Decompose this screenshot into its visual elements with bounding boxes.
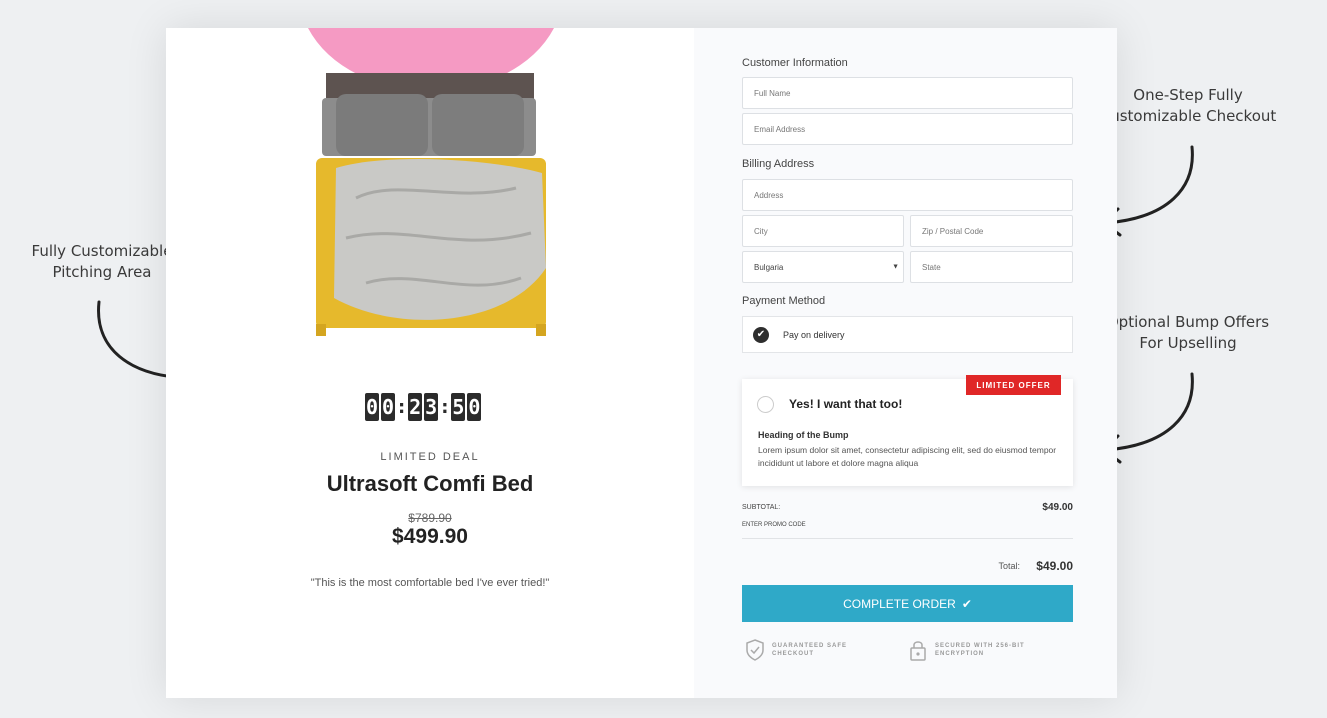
zip-field[interactable]: [910, 215, 1073, 247]
checkout-form: Customer Information Billing Address Bul…: [694, 28, 1117, 698]
limited-offer-badge: LIMITED OFFER: [966, 375, 1061, 395]
timer-digit: 0: [381, 393, 395, 421]
testimonial: "This is the most comfortable bed I've e…: [310, 577, 550, 589]
countdown-timer: 0 0 : 2 3 : 5 0: [365, 393, 482, 421]
full-name-field[interactable]: [742, 77, 1073, 109]
shield-icon: [746, 639, 764, 661]
check-icon: ✔: [961, 596, 972, 611]
annotation-bump: Optional Bump Offers For Upselling: [1096, 312, 1280, 354]
annotation-pitching: Fully Customizable Pitching Area: [20, 241, 184, 283]
timer-digit: 2: [408, 393, 423, 421]
product-title: Ultrasoft Comfi Bed: [326, 471, 534, 496]
zip-input[interactable]: [922, 226, 1072, 236]
timer-digit: 5: [451, 393, 466, 421]
subtotal-label: SUBTOTAL:: [742, 504, 781, 511]
payment-heading: Payment Method: [742, 295, 826, 307]
encryption-text: SECURED WITH 256-BIT ENCRYPTION: [935, 642, 1025, 658]
city-field[interactable]: [742, 215, 904, 247]
address-field[interactable]: [742, 179, 1073, 211]
complete-order-label: COMPLETE ORDER: [843, 596, 956, 611]
checkmark-icon: ✔: [753, 326, 769, 343]
timer-separator: :: [398, 396, 406, 418]
timer-digit: 0: [467, 393, 482, 421]
email-field[interactable]: [742, 113, 1073, 145]
encryption-badge: SECURED WITH 256-BIT ENCRYPTION: [909, 639, 1025, 661]
checkout-page: 0 0 : 2 3 : 5 0 LIMITED DEAL Ultrasoft C…: [166, 28, 1117, 698]
payment-option[interactable]: ✔ Pay on delivery: [742, 316, 1073, 353]
annotation-pitching-line1: Fully Customizable: [31, 242, 173, 260]
bump-offer-title[interactable]: Yes! I want that too!: [789, 397, 902, 411]
annotation-checkout-line1: One-Step Fully: [1133, 86, 1243, 104]
safe-line1: GUARANTEED SAFE: [772, 643, 848, 649]
city-input[interactable]: [754, 226, 903, 236]
email-input[interactable]: [754, 124, 1072, 134]
divider: [742, 538, 1073, 539]
timer-digit: 0: [365, 393, 379, 421]
deal-label: LIMITED DEAL: [380, 451, 480, 463]
state-input[interactable]: [922, 262, 1072, 272]
annotation-checkout: One-Step Fully Customizable Checkout: [1090, 85, 1286, 127]
payment-option-label: Pay on delivery: [783, 329, 845, 340]
annotation-bump-line2: For Upselling: [1139, 334, 1237, 352]
full-name-input[interactable]: [754, 88, 1072, 98]
lock-icon: [910, 641, 926, 661]
old-price: $789.90: [408, 511, 452, 525]
total-label: Total:: [998, 561, 1020, 571]
country-select[interactable]: Bulgaria ▼: [742, 251, 904, 283]
subtotal-value: $49.00: [1042, 502, 1073, 513]
timer-digit: 3: [424, 393, 439, 421]
timer-separator: :: [441, 396, 449, 418]
address-input[interactable]: [754, 190, 1072, 200]
safe-checkout-text: GUARANTEED SAFE CHECKOUT: [772, 642, 847, 658]
annotation-bump-line1: Optional Bump Offers: [1106, 313, 1270, 331]
annotation-pitching-line2: Pitching Area: [52, 263, 152, 281]
bump-offer: LIMITED OFFER Yes! I want that too! Head…: [742, 375, 1073, 486]
total-value: $49.00: [1036, 559, 1073, 573]
bump-offer-radio[interactable]: [757, 396, 774, 413]
dropdown-arrow-icon: ▼: [892, 263, 899, 271]
safe-line2: CHECKOUT: [772, 651, 814, 657]
bump-heading: Heading of the Bump: [758, 430, 849, 440]
safe-checkout-badge: GUARANTEED SAFE CHECKOUT: [746, 639, 847, 661]
annotation-checkout-line2: Customizable Checkout: [1099, 107, 1277, 125]
pitching-area: 0 0 : 2 3 : 5 0 LIMITED DEAL Ultrasoft C…: [166, 28, 694, 698]
bump-description: Lorem ipsum dolor sit amet, consectetur …: [758, 445, 1057, 468]
complete-order-button[interactable]: COMPLETE ORDER ✔: [742, 585, 1073, 622]
secure-line2: ENCRYPTION: [935, 651, 985, 657]
promo-code-link[interactable]: ENTER PROMO CODE: [742, 522, 806, 528]
product-bed-image: [308, 28, 554, 336]
new-price: $499.90: [392, 525, 468, 548]
secure-line1: SECURED WITH 256-BIT: [935, 643, 1025, 649]
state-field[interactable]: [910, 251, 1073, 283]
billing-heading: Billing Address: [742, 158, 815, 170]
customer-info-heading: Customer Information: [742, 57, 848, 69]
country-value: Bulgaria: [754, 262, 784, 272]
